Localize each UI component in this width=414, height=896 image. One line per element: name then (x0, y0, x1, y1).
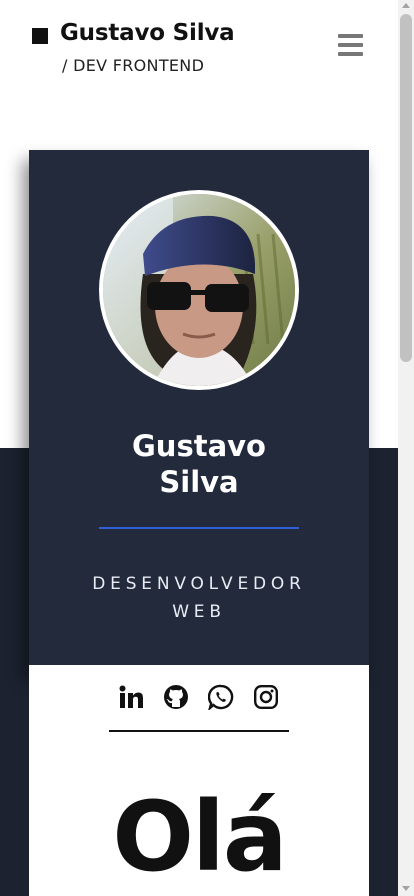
hamburger-bar (338, 52, 363, 56)
greeting-heading: Olá (112, 781, 287, 893)
profile-role-line2: WEB (172, 602, 226, 622)
github-icon[interactable] (163, 684, 189, 710)
avatar (99, 190, 299, 390)
profile-divider (99, 527, 299, 529)
hamburger-bar (338, 34, 363, 38)
brand-subtitle: / DEV FRONTEND (62, 56, 205, 75)
linkedin-icon[interactable] (118, 684, 144, 710)
social-divider (109, 730, 289, 732)
avatar-photo (103, 194, 295, 386)
scroll-up-arrow-icon[interactable] (402, 3, 410, 8)
profile-role: DESENVOLVEDOR WEB (59, 570, 339, 626)
profile-role-line1: DESENVOLVEDOR (92, 574, 306, 594)
profile-name-last: Silva (159, 465, 239, 499)
profile-name-first: Gustavo (132, 429, 266, 463)
whatsapp-icon[interactable] (207, 684, 234, 712)
brand-logo-square (32, 28, 48, 44)
instagram-icon[interactable] (253, 684, 279, 710)
scrollbar-thumb[interactable] (400, 14, 412, 362)
hamburger-bar (338, 43, 363, 47)
profile-name: Gustavo Silva (29, 428, 369, 500)
menu-button[interactable] (336, 32, 364, 60)
brand-name[interactable]: Gustavo Silva (60, 20, 235, 46)
scroll-down-arrow-icon[interactable] (402, 886, 410, 891)
